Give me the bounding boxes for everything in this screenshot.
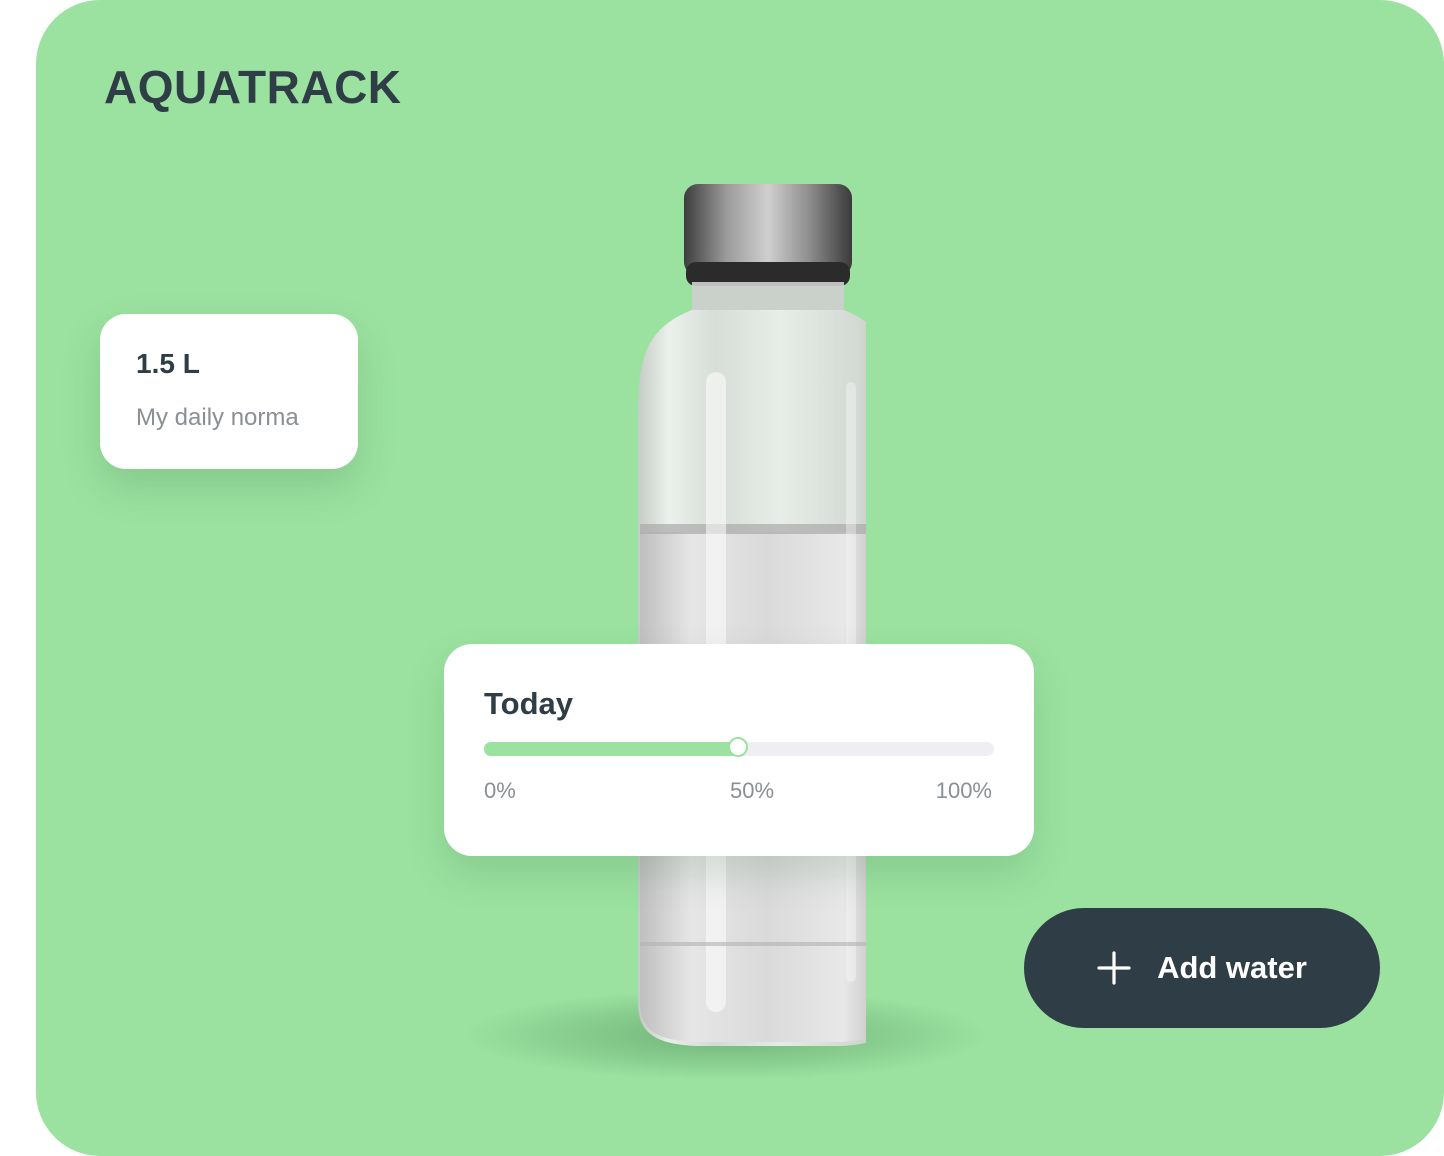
tick-label-min: 0% <box>484 778 516 803</box>
app-logo: AQUATRACK <box>104 61 402 113</box>
today-title: Today <box>484 686 573 721</box>
daily-norma-label: My daily norma <box>136 404 299 431</box>
daily-norma-card: 1.5 L My daily norma <box>100 314 358 469</box>
daily-norma-value: 1.5 L <box>136 348 200 379</box>
main-card: AQUATRACK 1.5 L My daily norma Today 0% … <box>36 0 1444 1156</box>
tick-label-max: 100% <box>935 778 992 803</box>
today-progress-card: Today 0% 50% 100% <box>444 644 1034 856</box>
progress-fill <box>484 742 739 756</box>
add-water-label: Add water <box>1157 950 1307 985</box>
water-bottle-image <box>637 184 866 1046</box>
progress-track[interactable] <box>484 737 994 757</box>
progress-thumb[interactable] <box>728 737 748 757</box>
tick-label-mid: 50% <box>730 778 775 803</box>
add-water-button[interactable]: Add water <box>1024 908 1380 1028</box>
plus-icon <box>1097 951 1131 985</box>
